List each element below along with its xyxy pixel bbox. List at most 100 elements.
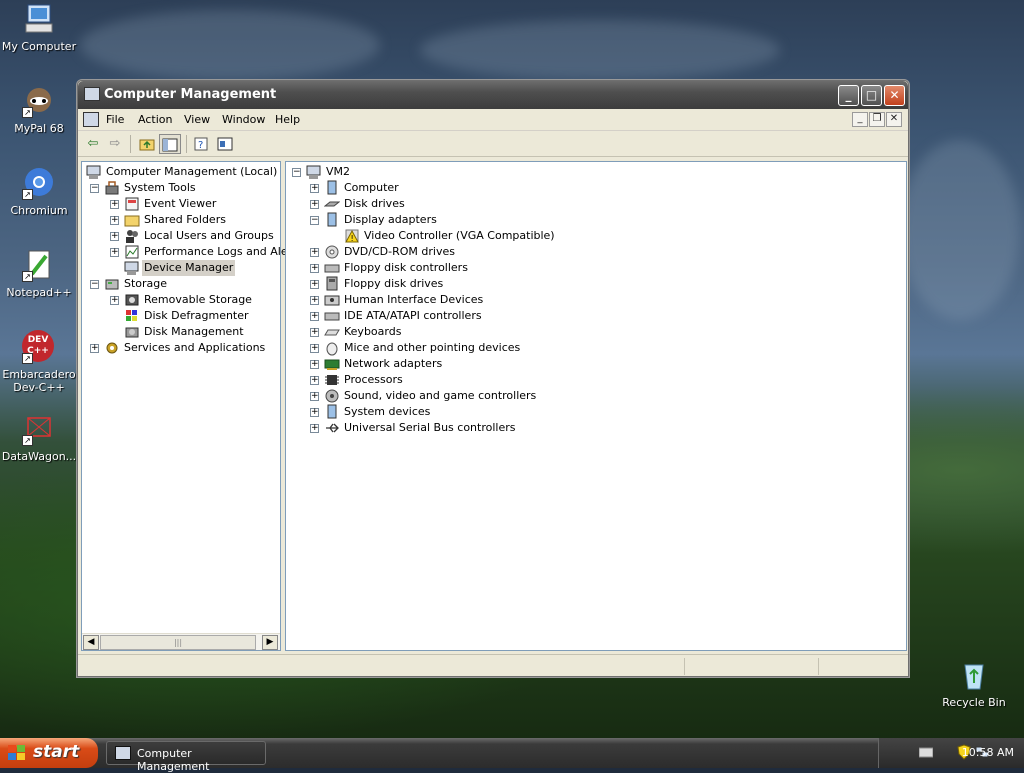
help-icon[interactable]: ?	[191, 134, 213, 154]
scroll-thumb[interactable]: |||	[100, 635, 256, 650]
menu-file[interactable]: File	[106, 113, 124, 126]
expand-icon[interactable]: +	[310, 312, 319, 321]
device-manager-icon	[124, 261, 139, 275]
start-button[interactable]: start	[0, 738, 98, 768]
device-label: DVD/CD-ROM drives	[344, 245, 455, 258]
tree-label: Removable Storage	[144, 293, 252, 306]
system-devices-icon	[327, 404, 337, 419]
desktop-icon-label: Embarcadero Dev-C++	[2, 368, 76, 394]
close-button[interactable]: ✕	[884, 85, 905, 106]
back-icon[interactable]: ⇦	[82, 134, 104, 154]
device-label: VM2	[326, 165, 351, 178]
device-label: Keyboards	[344, 325, 402, 338]
expand-icon[interactable]: +	[310, 328, 319, 337]
scroll-left-button[interactable]: ◀	[83, 635, 99, 650]
performance-icon	[125, 245, 139, 259]
device-label: System devices	[344, 405, 431, 418]
keyboard-tray-icon[interactable]	[919, 746, 933, 758]
desktop-icon-label: Chromium	[10, 204, 68, 217]
menu-help[interactable]: Help	[275, 113, 300, 126]
expand-icon[interactable]: +	[90, 344, 99, 353]
window-title: Computer Management	[104, 87, 277, 102]
shortcut-arrow-icon: ↗	[22, 353, 33, 364]
processor-icon	[325, 375, 339, 385]
scroll-right-button[interactable]: ▶	[262, 635, 278, 650]
desktop-icon-my-computer[interactable]: My Computer	[0, 2, 78, 53]
storage-icon	[105, 279, 119, 290]
clock[interactable]: 10:58 AM	[962, 746, 1014, 759]
desktop-icon-notepadpp[interactable]: ↗ Notepad++	[0, 248, 78, 299]
desktop-icon-chromium[interactable]: ↗ Chromium	[0, 166, 78, 217]
menu-view[interactable]: View	[184, 113, 210, 126]
toolbar-separator	[186, 135, 187, 153]
device-label: Processors	[344, 373, 403, 386]
mdi-minimize-button[interactable]: _	[852, 112, 868, 127]
sound-icon	[325, 389, 339, 403]
hid-icon	[324, 295, 340, 306]
menu-window[interactable]: Window	[222, 113, 265, 126]
event-viewer-icon	[125, 197, 139, 211]
device-label: Floppy disk controllers	[344, 261, 468, 274]
expand-icon[interactable]: +	[310, 392, 319, 401]
horizontal-scrollbar[interactable]: ◀ ||| ▶	[82, 633, 280, 650]
menu-action[interactable]: Action	[138, 113, 172, 126]
expand-icon[interactable]: +	[310, 344, 319, 353]
minimize-button[interactable]: _	[838, 85, 859, 106]
desktop-icon-devcpp[interactable]: DEV C++ ↗ Embarcadero Dev-C++	[0, 330, 78, 394]
expand-icon[interactable]: +	[310, 248, 319, 257]
expand-icon[interactable]: +	[110, 216, 119, 225]
forward-icon[interactable]: ⇨	[104, 134, 126, 154]
expand-icon[interactable]: +	[310, 376, 319, 385]
collapse-icon[interactable]: −	[292, 168, 301, 177]
show-hide-console-tree-icon[interactable]	[159, 134, 181, 154]
expand-icon[interactable]: +	[310, 264, 319, 273]
expand-icon[interactable]: +	[110, 232, 119, 241]
window-titlebar[interactable]: Computer Management _ □ ✕	[78, 81, 908, 109]
collapse-icon[interactable]: −	[90, 184, 99, 193]
maximize-button[interactable]: □	[861, 85, 882, 106]
device-label: Display adapters	[344, 213, 437, 226]
tree-label: Event Viewer	[144, 197, 217, 210]
expand-icon[interactable]: +	[110, 248, 119, 257]
desktop-icon-datawagon[interactable]: ↗ DataWagon...	[0, 412, 78, 463]
mdi-child-icon[interactable]	[83, 112, 99, 127]
up-one-level-icon[interactable]	[136, 134, 158, 154]
taskbar-item-computer-management[interactable]: Computer Management	[106, 741, 266, 773]
device-label: Disk drives	[344, 197, 405, 210]
tree-label: Storage	[124, 277, 168, 290]
desktop-icon-mypal[interactable]: ↗ MyPal 68	[0, 84, 78, 135]
expand-icon[interactable]: +	[110, 296, 119, 305]
device-label: Sound, video and game controllers	[344, 389, 537, 402]
expand-icon[interactable]: +	[110, 200, 119, 209]
expand-icon[interactable]: +	[310, 424, 319, 433]
tree-label: Disk Management	[144, 325, 244, 338]
desktop-icon-label: My Computer	[1, 40, 77, 53]
toolbar-separator	[130, 135, 131, 153]
properties-icon[interactable]	[214, 134, 236, 154]
collapse-icon[interactable]: −	[310, 216, 319, 225]
expand-icon[interactable]: +	[310, 296, 319, 305]
device-list-pane[interactable]: − VM2 + Computer + Disk drives − Display…	[285, 161, 907, 651]
shortcut-arrow-icon: ↗	[22, 435, 33, 446]
shortcut-arrow-icon: ↗	[22, 107, 33, 118]
computer-icon	[306, 165, 321, 179]
expand-icon[interactable]: +	[310, 200, 319, 209]
shared-folder-icon	[124, 215, 140, 227]
console-tree-pane[interactable]: Computer Management (Local) − System Too…	[81, 161, 302, 651]
expand-icon[interactable]: +	[310, 184, 319, 193]
services-icon	[106, 342, 118, 354]
display-adapter-icon	[327, 212, 337, 227]
expand-icon[interactable]: +	[310, 280, 319, 289]
taskbar-item-label: Computer Management	[137, 747, 210, 773]
recycle-bin-icon	[957, 658, 991, 692]
mdi-close-button[interactable]: ✕	[886, 112, 902, 127]
collapse-icon[interactable]: −	[90, 280, 99, 289]
expand-icon[interactable]: +	[310, 360, 319, 369]
device-label: Video Controller (VGA Compatible)	[364, 229, 555, 242]
mdi-restore-button[interactable]: ❐	[869, 112, 885, 127]
tree-label: Disk Defragmenter	[144, 309, 249, 322]
status-cell	[818, 658, 906, 675]
users-icon	[126, 230, 138, 243]
desktop-icon-recycle-bin[interactable]: Recycle Bin	[935, 658, 1013, 709]
expand-icon[interactable]: +	[310, 408, 319, 417]
